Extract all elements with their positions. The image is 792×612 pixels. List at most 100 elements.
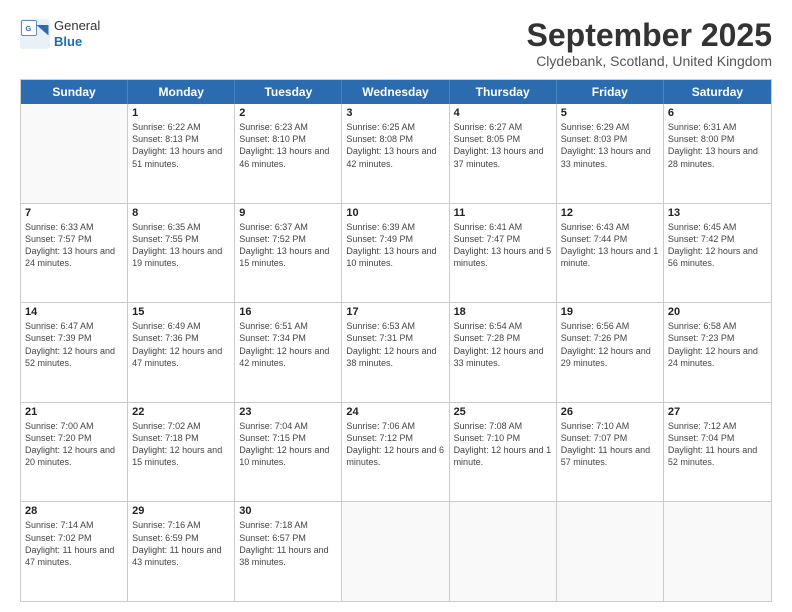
day-info: Sunrise: 6:56 AMSunset: 7:26 PMDaylight:… (561, 320, 659, 369)
day-18: 18Sunrise: 6:54 AMSunset: 7:28 PMDayligh… (450, 303, 557, 402)
day-number: 16 (239, 306, 337, 318)
day-info: Sunrise: 6:51 AMSunset: 7:34 PMDaylight:… (239, 320, 337, 369)
page: G General Blue September 2025 Clydebank,… (0, 0, 792, 612)
day-number: 26 (561, 406, 659, 418)
header-thursday: Thursday (450, 80, 557, 104)
day-info: Sunrise: 6:41 AMSunset: 7:47 PMDaylight:… (454, 221, 552, 270)
day-number: 8 (132, 207, 230, 219)
day-5: 5 Sunrise: 6:29 AMSunset: 8:03 PMDaylight… (557, 104, 664, 203)
empty-cell (450, 502, 557, 601)
day-info: Sunrise: 7:06 AMSunset: 7:12 PMDaylight:… (346, 420, 444, 469)
day-info: Sunrise: 7:00 AMSunset: 7:20 PMDaylight:… (25, 420, 123, 469)
empty-cell (342, 502, 449, 601)
day-number: 11 (454, 207, 552, 219)
day-number: 15 (132, 306, 230, 318)
logo-general: General (54, 18, 100, 34)
day-29: 29Sunrise: 7:16 AMSunset: 6:59 PMDayligh… (128, 502, 235, 601)
day-number: 3 (346, 107, 444, 119)
day-info: Sunrise: 6:35 AMSunset: 7:55 PMDaylight:… (132, 221, 230, 270)
day-number: 24 (346, 406, 444, 418)
header-monday: Monday (128, 80, 235, 104)
empty-cell (21, 104, 128, 203)
day-26: 26 Sunrise: 7:10 AMSunset: 7:07 PMDayligh… (557, 403, 664, 502)
day-16: 16 Sunrise: 6:51 AMSunset: 7:34 PMDayligh… (235, 303, 342, 402)
day-number: 6 (668, 107, 767, 119)
day-1: 1Sunrise: 6:22 AMSunset: 8:13 PMDaylight… (128, 104, 235, 203)
week-row-1: 7Sunrise: 6:33 AMSunset: 7:57 PMDaylight… (21, 204, 771, 304)
logo-text: General Blue (54, 18, 100, 49)
day-number: 23 (239, 406, 337, 418)
day-info: Sunrise: 6:33 AMSunset: 7:57 PMDaylight:… (25, 221, 123, 270)
day-number: 5 (561, 107, 659, 119)
day-info: Sunrise: 6:39 AMSunset: 7:49 PMDaylight:… (346, 221, 444, 270)
day-info: Sunrise: 7:08 AMSunset: 7:10 PMDaylight:… (454, 420, 552, 469)
day-4: 4Sunrise: 6:27 AMSunset: 8:05 PMDaylight… (450, 104, 557, 203)
day-number: 21 (25, 406, 123, 418)
header-wednesday: Wednesday (342, 80, 449, 104)
svg-text:G: G (25, 24, 31, 33)
day-info: Sunrise: 6:45 AMSunset: 7:42 PMDaylight:… (668, 221, 767, 270)
logo-blue: Blue (54, 34, 100, 50)
day-info: Sunrise: 7:14 AMSunset: 7:02 PMDaylight:… (25, 519, 123, 568)
day-info: Sunrise: 6:31 AMSunset: 8:00 PMDaylight:… (668, 121, 767, 170)
calendar-body: 1Sunrise: 6:22 AMSunset: 8:13 PMDaylight… (21, 104, 771, 601)
header-friday: Friday (557, 80, 664, 104)
day-25: 25 Sunrise: 7:08 AMSunset: 7:10 PMDayligh… (450, 403, 557, 502)
day-info: Sunrise: 6:22 AMSunset: 8:13 PMDaylight:… (132, 121, 230, 170)
week-row-0: 1Sunrise: 6:22 AMSunset: 8:13 PMDaylight… (21, 104, 771, 204)
day-22: 22 Sunrise: 7:02 AMSunset: 7:18 PMDayligh… (128, 403, 235, 502)
day-9: 9 Sunrise: 6:37 AMSunset: 7:52 PMDaylight… (235, 204, 342, 303)
day-30: 30Sunrise: 7:18 AMSunset: 6:57 PMDayligh… (235, 502, 342, 601)
logo-icon: G (20, 19, 50, 49)
week-row-3: 21 Sunrise: 7:00 AMSunset: 7:20 PMDayligh… (21, 403, 771, 503)
day-27: 27 Sunrise: 7:12 AMSunset: 7:04 PMDayligh… (664, 403, 771, 502)
day-number: 2 (239, 107, 337, 119)
day-info: Sunrise: 7:10 AMSunset: 7:07 PMDaylight:… (561, 420, 659, 469)
day-info: Sunrise: 6:37 AMSunset: 7:52 PMDaylight:… (239, 221, 337, 270)
calendar: SundayMondayTuesdayWednesdayThursdayFrid… (20, 79, 772, 602)
location: Clydebank, Scotland, United Kingdom (527, 53, 772, 69)
day-number: 27 (668, 406, 767, 418)
calendar-header: SundayMondayTuesdayWednesdayThursdayFrid… (21, 80, 771, 104)
logo: G General Blue (20, 18, 100, 49)
empty-cell (664, 502, 771, 601)
day-14: 14Sunrise: 6:47 AMSunset: 7:39 PMDayligh… (21, 303, 128, 402)
day-3: 3Sunrise: 6:25 AMSunset: 8:08 PMDaylight… (342, 104, 449, 203)
day-10: 10Sunrise: 6:39 AMSunset: 7:49 PMDayligh… (342, 204, 449, 303)
day-24: 24 Sunrise: 7:06 AMSunset: 7:12 PMDayligh… (342, 403, 449, 502)
empty-cell (557, 502, 664, 601)
header-sunday: Sunday (21, 80, 128, 104)
header: G General Blue September 2025 Clydebank,… (20, 18, 772, 69)
day-number: 19 (561, 306, 659, 318)
day-11: 11 Sunrise: 6:41 AMSunset: 7:47 PMDayligh… (450, 204, 557, 303)
day-info: Sunrise: 7:02 AMSunset: 7:18 PMDaylight:… (132, 420, 230, 469)
day-number: 28 (25, 505, 123, 517)
header-saturday: Saturday (664, 80, 771, 104)
day-23: 23 Sunrise: 7:04 AMSunset: 7:15 PMDayligh… (235, 403, 342, 502)
day-info: Sunrise: 6:27 AMSunset: 8:05 PMDaylight:… (454, 121, 552, 170)
day-20: 20Sunrise: 6:58 AMSunset: 7:23 PMDayligh… (664, 303, 771, 402)
day-15: 15 Sunrise: 6:49 AMSunset: 7:36 PMDayligh… (128, 303, 235, 402)
month-title: September 2025 (527, 18, 772, 53)
day-8: 8 Sunrise: 6:35 AMSunset: 7:55 PMDaylight… (128, 204, 235, 303)
day-info: Sunrise: 6:49 AMSunset: 7:36 PMDaylight:… (132, 320, 230, 369)
day-info: Sunrise: 6:23 AMSunset: 8:10 PMDaylight:… (239, 121, 337, 170)
day-number: 25 (454, 406, 552, 418)
day-info: Sunrise: 6:53 AMSunset: 7:31 PMDaylight:… (346, 320, 444, 369)
week-row-2: 14Sunrise: 6:47 AMSunset: 7:39 PMDayligh… (21, 303, 771, 403)
day-info: Sunrise: 7:04 AMSunset: 7:15 PMDaylight:… (239, 420, 337, 469)
day-12: 12Sunrise: 6:43 AMSunset: 7:44 PMDayligh… (557, 204, 664, 303)
day-info: Sunrise: 6:29 AMSunset: 8:03 PMDaylight:… (561, 121, 659, 170)
day-13: 13Sunrise: 6:45 AMSunset: 7:42 PMDayligh… (664, 204, 771, 303)
week-row-4: 28 Sunrise: 7:14 AMSunset: 7:02 PMDayligh… (21, 502, 771, 601)
day-info: Sunrise: 6:54 AMSunset: 7:28 PMDaylight:… (454, 320, 552, 369)
day-2: 2 Sunrise: 6:23 AMSunset: 8:10 PMDaylight… (235, 104, 342, 203)
day-21: 21 Sunrise: 7:00 AMSunset: 7:20 PMDayligh… (21, 403, 128, 502)
day-7: 7Sunrise: 6:33 AMSunset: 7:57 PMDaylight… (21, 204, 128, 303)
day-number: 9 (239, 207, 337, 219)
day-number: 30 (239, 505, 337, 517)
day-info: Sunrise: 7:12 AMSunset: 7:04 PMDaylight:… (668, 420, 767, 469)
day-number: 12 (561, 207, 659, 219)
day-28: 28 Sunrise: 7:14 AMSunset: 7:02 PMDayligh… (21, 502, 128, 601)
day-number: 22 (132, 406, 230, 418)
